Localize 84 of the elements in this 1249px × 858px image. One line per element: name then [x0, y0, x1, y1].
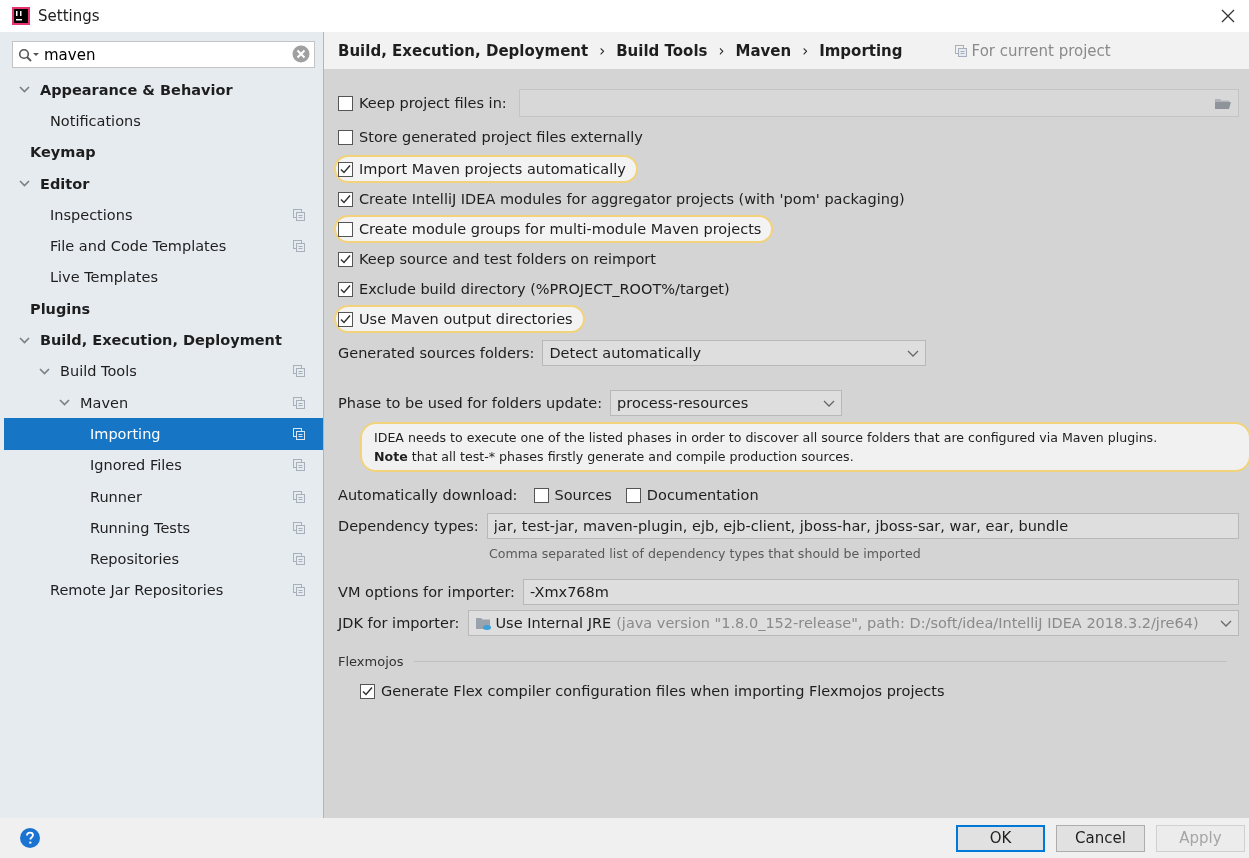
- tree-item[interactable]: Build Tools: [4, 355, 323, 387]
- checkbox-label[interactable]: Create module groups for multi-module Maven projects: [359, 221, 762, 237]
- checkbox-label[interactable]: Generate Flex compiler configuration files when importing Flexmojos projects: [381, 683, 945, 699]
- project-scope-icon: [293, 553, 305, 566]
- note-text: Note that all test-* phases firstly generate and compile production sources.: [374, 448, 855, 466]
- breadcrumb-item[interactable]: Importing: [819, 41, 903, 60]
- tree-item[interactable]: Appearance & Behavior: [4, 74, 323, 106]
- tree-item[interactable]: Live Templates: [4, 261, 323, 294]
- checkbox-label[interactable]: Store generated project files externally: [359, 129, 643, 145]
- help-icon[interactable]: [20, 828, 40, 848]
- path-field[interactable]: [518, 89, 1239, 117]
- folder-icon: [474, 615, 492, 631]
- checkbox-label[interactable]: Keep project files in:: [359, 95, 507, 111]
- field-label: Automatically download:: [338, 487, 518, 503]
- input-field[interactable]: jar, test-jar, maven-plugin, ejb, ejb-client, jboss-har, jboss-sar, war, ear, bundle: [486, 513, 1239, 539]
- checkbox-label[interactable]: Create IntelliJ IDEA modules for aggregator projects (with 'pom' packaging): [359, 191, 905, 207]
- note-text: IDEA needs to execute one of the listed phases in order to discover all source folders that are configured via Maven plugins.: [374, 429, 1159, 447]
- checkbox[interactable]: [338, 221, 353, 237]
- project-scope-icon: [293, 365, 305, 378]
- project-scope-icon: [293, 459, 305, 472]
- tree-item[interactable]: Inspections: [4, 199, 323, 231]
- checkbox[interactable]: [338, 95, 353, 111]
- checkbox-label[interactable]: Import Maven projects automatically: [359, 161, 626, 177]
- checkbox[interactable]: [338, 251, 353, 267]
- checkbox[interactable]: [338, 191, 353, 207]
- tree-item[interactable]: Ignored Files: [4, 449, 323, 481]
- project-scope-icon: [293, 490, 305, 503]
- checkbox[interactable]: [625, 487, 641, 503]
- project-scope-icon: [954, 44, 967, 57]
- breadcrumb-separator: ›: [718, 41, 725, 60]
- tree-item[interactable]: Notifications: [4, 105, 323, 137]
- hint-text: Comma separated list of dependency types that should be imported: [489, 546, 921, 561]
- tree-item[interactable]: Remote Jar Repositories: [4, 574, 323, 607]
- tree-item[interactable]: Repositories: [4, 543, 323, 575]
- group-title: Flexmojos: [338, 653, 404, 669]
- project-scope-icon: [293, 208, 305, 221]
- dropdown[interactable]: Detect automatically: [542, 340, 927, 366]
- breadcrumb-item[interactable]: Build Tools: [616, 41, 708, 60]
- field-label: JDK for importer:: [338, 615, 460, 631]
- checkbox-label[interactable]: Keep source and test folders on reimport: [359, 251, 656, 267]
- dropdown[interactable]: process-resources: [610, 390, 843, 416]
- field-label: Phase to be used for folders update:: [338, 395, 603, 411]
- checkbox-label[interactable]: Documentation: [646, 487, 759, 503]
- tree-item[interactable]: Plugins: [4, 293, 323, 325]
- field-label: Dependency types:: [338, 518, 479, 534]
- checkbox[interactable]: [338, 281, 353, 297]
- tree-item[interactable]: Build, Execution, Deployment: [4, 324, 323, 356]
- project-scope-icon: [293, 427, 305, 440]
- checkbox[interactable]: [338, 311, 353, 327]
- dialog-button[interactable]: Cancel: [1056, 824, 1145, 852]
- checkbox-label[interactable]: Sources: [554, 487, 612, 503]
- tree-item[interactable]: Keymap: [4, 136, 323, 168]
- project-scope-icon: [293, 240, 305, 253]
- project-scope-icon: [293, 584, 305, 597]
- checkbox-label[interactable]: Exclude build directory (%PROJECT_ROOT%/target): [359, 281, 730, 297]
- checkbox[interactable]: [360, 683, 375, 699]
- field-label: Generated sources folders:: [338, 345, 535, 361]
- tree-item[interactable]: Running Tests: [4, 512, 323, 544]
- breadcrumb-item[interactable]: Maven: [735, 41, 792, 60]
- tree-item[interactable]: Runner: [4, 480, 323, 513]
- tree-item[interactable]: Editor: [4, 167, 323, 200]
- field-label: VM options for importer:: [338, 584, 515, 600]
- window-title: Settings: [38, 7, 100, 25]
- scope-label: For current project: [971, 41, 1111, 60]
- folder-icon: [1214, 96, 1232, 110]
- tree-item[interactable]: Maven: [4, 386, 323, 419]
- project-scope-icon: [293, 521, 305, 534]
- search-field[interactable]: maven: [12, 41, 315, 68]
- tree-item[interactable]: File and Code Templates: [4, 230, 323, 262]
- close-icon[interactable]: [1221, 9, 1235, 23]
- checkbox-label[interactable]: Use Maven output directories: [359, 311, 573, 327]
- checkbox[interactable]: [338, 161, 353, 177]
- app-logo-icon: [12, 7, 30, 25]
- checkbox[interactable]: [338, 129, 353, 145]
- tree-item[interactable]: Importing: [4, 418, 323, 450]
- dialog-button[interactable]: OK: [956, 824, 1045, 852]
- checkbox[interactable]: [533, 487, 549, 503]
- input-field[interactable]: -Xmx768m: [523, 579, 1239, 605]
- breadcrumb-separator: ›: [802, 41, 809, 60]
- clear-icon[interactable]: [292, 45, 310, 63]
- dropdown[interactable]: Use Internal JRE (java version "1.8.0_152-release", path: D:/soft/idea/IntelliJ IDEA 2018.3.2/jre64): [467, 610, 1239, 636]
- breadcrumb-separator: ›: [599, 41, 606, 60]
- breadcrumb-item[interactable]: Build, Execution, Deployment: [338, 41, 589, 60]
- project-scope-icon: [293, 396, 305, 409]
